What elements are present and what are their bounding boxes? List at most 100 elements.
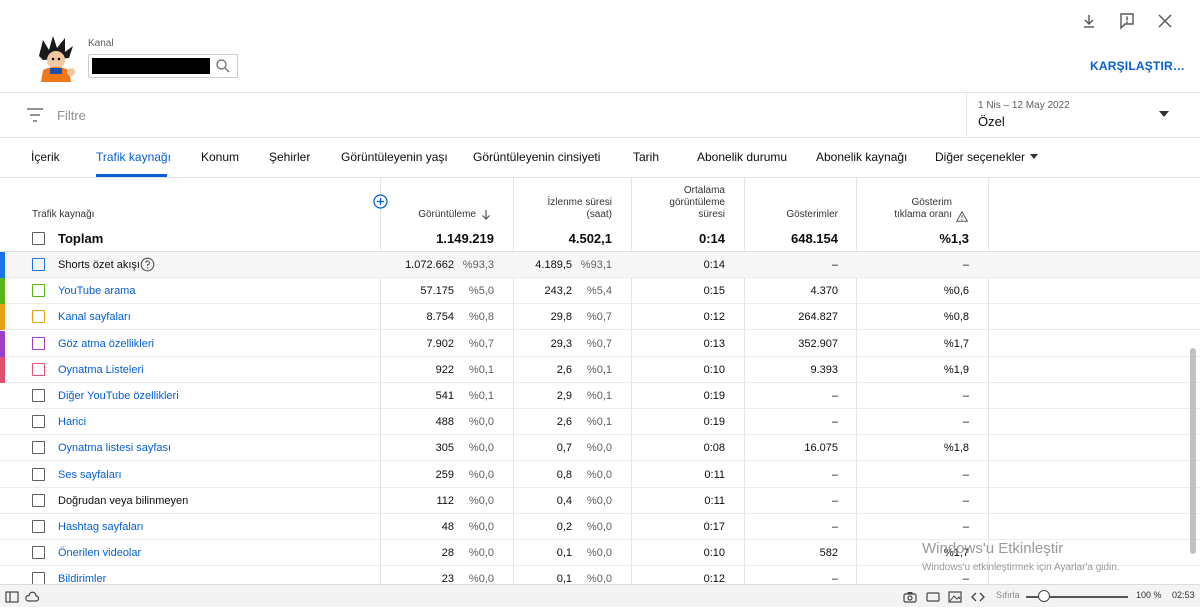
views-percent: %0,7 <box>468 338 494 350</box>
tab-viewer-age[interactable]: Görüntüleyenin yaşı <box>341 150 448 164</box>
zoom-reset-button[interactable]: Sıfırla <box>996 590 1020 600</box>
help-icon[interactable] <box>140 257 155 272</box>
window-icon[interactable] <box>926 590 940 602</box>
impressions-value: 352.907 <box>798 338 838 350</box>
views-value: 8.754 <box>426 311 454 323</box>
sidebar-toggle-icon[interactable] <box>5 590 19 603</box>
traffic-source-name[interactable]: Harici <box>58 416 86 428</box>
avg-duration-value: 0:19 <box>703 390 725 402</box>
row-checkbox[interactable] <box>32 572 45 584</box>
watch-time-percent: %0,0 <box>586 442 612 454</box>
add-column-icon[interactable] <box>373 194 388 209</box>
traffic-source-name[interactable]: Kanal sayfaları <box>58 311 131 323</box>
views-value: 541 <box>435 390 454 402</box>
feedback-icon[interactable] <box>1118 12 1136 30</box>
row-checkbox[interactable] <box>32 468 45 481</box>
col-header-ctr[interactable]: Gösterim tıklama oranı <box>862 197 952 221</box>
watch-time-percent: %5,4 <box>586 285 612 297</box>
row-checkbox[interactable] <box>32 494 45 507</box>
table-row[interactable]: Diğer YouTube özellikleri 541 %0,1 2,9 %0,1 0… <box>0 383 1200 409</box>
camera-icon[interactable] <box>903 590 917 603</box>
col-header-avg-duration[interactable]: Ortalama görüntüleme süresi <box>640 185 725 221</box>
image-icon[interactable] <box>948 590 962 603</box>
row-checkbox[interactable] <box>32 284 45 297</box>
series-color-bar <box>0 540 5 566</box>
col-header-views[interactable]: Görüntüleme <box>400 209 476 221</box>
download-icon[interactable] <box>1080 12 1098 30</box>
filter-input[interactable]: Filtre <box>57 108 86 123</box>
tab-viewer-gender[interactable]: Görüntüleyenin cinsiyeti <box>473 150 600 164</box>
scrollbar[interactable] <box>1190 348 1196 554</box>
row-checkbox[interactable] <box>32 389 45 402</box>
ctr-value: – <box>962 390 969 402</box>
table-row[interactable]: YouTube arama 57.175 %5,0 243,2 %5,4 0:15 4.37… <box>0 278 1200 304</box>
traffic-source-name[interactable]: Bildirimler <box>58 573 106 584</box>
traffic-source-name[interactable]: Göz atma özellikleri <box>58 338 154 350</box>
avg-duration-value: 0:10 <box>703 364 725 376</box>
total-checkbox[interactable] <box>32 232 45 245</box>
cloud-icon[interactable] <box>25 590 40 602</box>
table-row[interactable]: Kanal sayfaları 8.754 %0,8 29,8 %0,7 0:12 264.… <box>0 304 1200 330</box>
traffic-source-name[interactable]: YouTube arama <box>58 285 135 297</box>
tab-location[interactable]: Konum <box>201 150 239 164</box>
sort-down-icon[interactable] <box>480 208 492 220</box>
channel-avatar[interactable] <box>33 36 77 84</box>
chevron-down-icon[interactable] <box>1159 111 1169 117</box>
status-bar: Sıfırla 100 % 02:53 <box>0 584 1200 607</box>
tab-cities[interactable]: Şehirler <box>269 150 310 164</box>
col-header-watch-time[interactable]: İzlenme süresi (saat) <box>520 197 612 221</box>
traffic-source-name[interactable]: Oynatma listesi sayfası <box>58 442 171 454</box>
row-checkbox[interactable] <box>32 441 45 454</box>
table-row[interactable]: Hashtag sayfaları 48 %0,0 0,2 %0,0 0:17 – – <box>0 514 1200 540</box>
search-icon[interactable] <box>214 57 232 75</box>
tab-more-options[interactable]: Diğer seçenekler <box>935 150 1039 164</box>
code-icon[interactable] <box>971 590 985 602</box>
row-checkbox[interactable] <box>32 310 45 323</box>
row-checkbox[interactable] <box>32 546 45 559</box>
filter-icon[interactable] <box>27 108 43 122</box>
row-checkbox[interactable] <box>32 337 45 350</box>
tab-content[interactable]: İçerik <box>31 150 60 164</box>
traffic-source-name[interactable]: Önerilen videolar <box>58 547 141 559</box>
impressions-value: 4.370 <box>810 285 838 297</box>
divider <box>966 93 967 138</box>
row-checkbox[interactable] <box>32 415 45 428</box>
views-percent: %0,1 <box>468 364 494 376</box>
traffic-source-name[interactable]: Diğer YouTube özellikleri <box>58 390 179 402</box>
date-mode[interactable]: Özel <box>978 114 1005 129</box>
tab-date[interactable]: Tarih <box>633 150 659 164</box>
table-row[interactable]: Harici 488 %0,0 2,6 %0,1 0:19 – – <box>0 409 1200 435</box>
table-row[interactable]: Oynatma Listeleri 922 %0,1 2,6 %0,1 0:10 9.393… <box>0 357 1200 383</box>
col-header-watch-line1: İzlenme süresi <box>547 197 612 208</box>
table-row[interactable]: Ses sayfaları 259 %0,0 0,8 %0,0 0:11 – – <box>0 462 1200 488</box>
traffic-source-name[interactable]: Hashtag sayfaları <box>58 521 144 533</box>
traffic-source-name[interactable]: Oynatma Listeleri <box>58 364 144 376</box>
tab-subscription-status[interactable]: Abonelik durumu <box>697 150 787 164</box>
warning-icon[interactable] <box>955 209 969 222</box>
watch-time-value: 0,7 <box>556 442 572 454</box>
watch-time-percent: %0,0 <box>586 547 612 559</box>
views-percent: %0,0 <box>468 495 494 507</box>
col-header-ctr-line1: Gösterim <box>911 197 952 208</box>
watch-time-percent: %0,7 <box>586 311 612 323</box>
table-row[interactable]: Shorts özet akışı 1.072.662 %93,3 4.189,5 %9… <box>0 252 1200 278</box>
tab-traffic-source[interactable]: Trafik kaynağı <box>96 150 171 164</box>
date-range[interactable]: 1 Nis – 12 May 2022 <box>978 100 1070 111</box>
table-row[interactable]: Göz atma özellikleri 7.902 %0,7 29,3 %0,7 0:1… <box>0 331 1200 357</box>
col-header-impressions[interactable]: Gösterimler <box>750 209 838 221</box>
tab-subscription-source[interactable]: Abonelik kaynağı <box>816 150 907 164</box>
zoom-slider-knob[interactable] <box>1038 590 1050 602</box>
row-checkbox[interactable] <box>32 258 45 271</box>
table-row[interactable]: Oynatma listesi sayfası 305 %0,0 0,7 %0,0 0:0… <box>0 435 1200 461</box>
close-icon[interactable] <box>1156 12 1174 30</box>
compare-button[interactable]: KARŞILAŞTIR… <box>1090 59 1185 73</box>
row-checkbox[interactable] <box>32 520 45 533</box>
views-value: 23 <box>441 573 454 584</box>
row-checkbox[interactable] <box>32 363 45 376</box>
table-row[interactable]: Doğrudan veya bilinmeyen 112 %0,0 0,4 %0,0 0:… <box>0 488 1200 514</box>
traffic-source-name[interactable]: Ses sayfaları <box>58 469 122 481</box>
watch-time-percent: %93,1 <box>580 259 612 271</box>
col-header-source[interactable]: Trafik kaynağı <box>32 209 94 221</box>
series-color-bar <box>0 514 5 540</box>
more-options-label: Diğer seçenekler <box>935 150 1026 164</box>
